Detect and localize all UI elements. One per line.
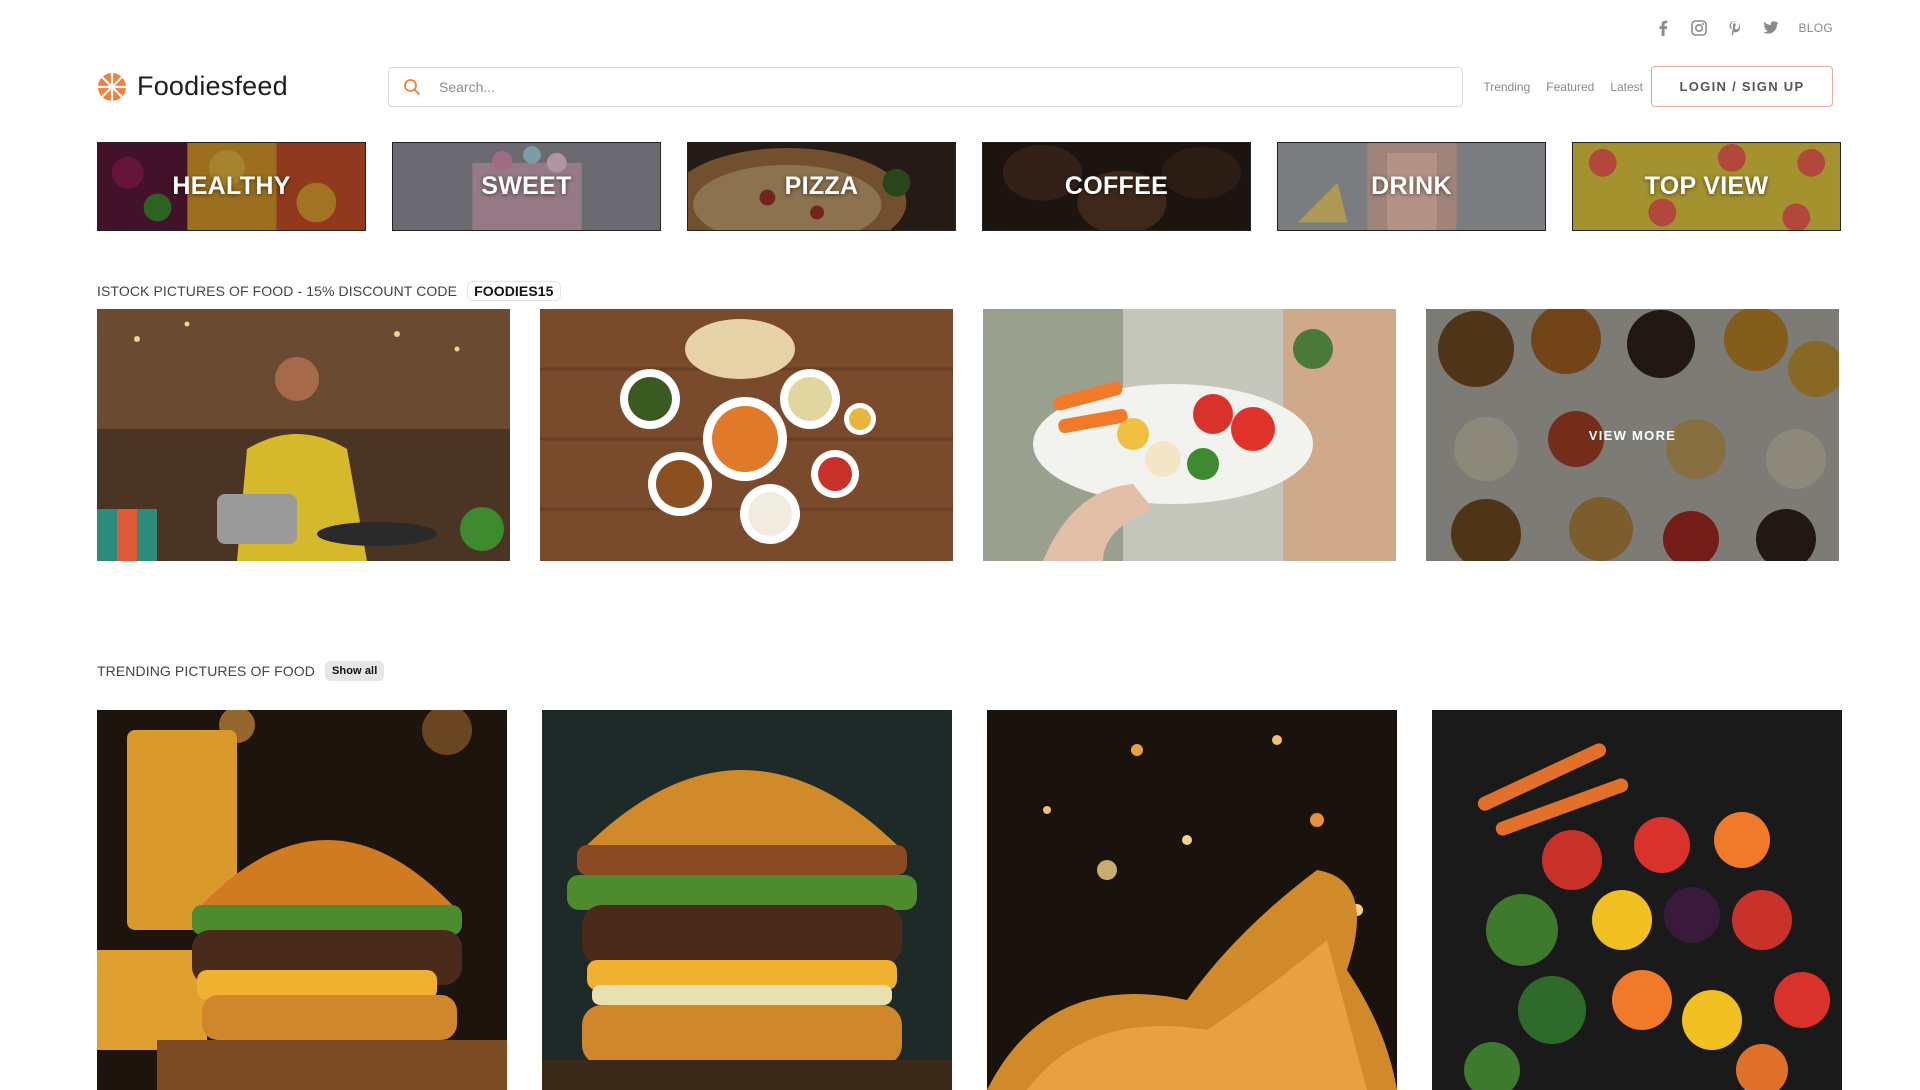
trending-photo-image — [97, 710, 507, 1090]
search-box[interactable] — [388, 66, 1463, 107]
twitter-icon[interactable] — [1762, 19, 1780, 37]
search-input[interactable] — [437, 77, 1448, 96]
blog-link[interactable]: BLOG — [1798, 21, 1833, 35]
trending-gallery — [97, 710, 1842, 1090]
category-tiles: HEALTHY SWEET PIZZA COFFEE DRINK TOP VIE… — [97, 142, 1841, 231]
category-top-view[interactable]: TOP VIEW — [1572, 142, 1841, 231]
istock-section-title: ISTOCK PICTURES OF FOOD - 15% DISCOUNT C… — [97, 283, 458, 299]
trending-section-header: TRENDING PICTURES OF FOOD Show all — [97, 661, 385, 681]
category-coffee[interactable]: COFFEE — [982, 142, 1251, 231]
nav-trending[interactable]: Trending — [1483, 80, 1530, 94]
instagram-icon[interactable] — [1690, 19, 1708, 37]
trending-photo[interactable] — [987, 710, 1397, 1090]
search-icon — [404, 78, 420, 95]
logo-icon — [98, 72, 126, 101]
facebook-icon[interactable] — [1654, 19, 1672, 37]
main-nav: Trending Featured Latest — [1483, 80, 1643, 94]
brand-logo[interactable]: Foodiesfeed — [97, 71, 337, 102]
istock-view-more[interactable]: VIEW MORE — [1426, 309, 1839, 561]
login-signup-button[interactable]: LOGIN / SIGN UP — [1651, 66, 1833, 107]
view-more-label: VIEW MORE — [1588, 427, 1677, 443]
istock-photo-image — [983, 309, 1396, 561]
category-drink-label: DRINK — [1371, 172, 1452, 200]
pinterest-icon[interactable] — [1726, 19, 1744, 37]
discount-code-badge[interactable]: FOODIES15 — [467, 281, 561, 301]
istock-section-header: ISTOCK PICTURES OF FOOD - 15% DISCOUNT C… — [97, 281, 561, 301]
social-bar: BLOG — [1654, 19, 1833, 37]
show-all-button[interactable]: Show all — [324, 661, 385, 681]
trending-photo[interactable] — [1432, 710, 1842, 1090]
istock-gallery: VIEW MORE — [97, 309, 1839, 561]
nav-featured[interactable]: Featured — [1546, 80, 1594, 94]
nav-latest[interactable]: Latest — [1610, 80, 1643, 94]
category-sweet-label: SWEET — [481, 172, 572, 200]
brand-name: Foodiesfeed — [137, 71, 288, 101]
category-pizza-label: PIZZA — [784, 172, 859, 200]
istock-photo-image — [540, 309, 953, 561]
trending-photo-image — [542, 710, 952, 1090]
trending-photo-image — [987, 710, 1397, 1090]
header: Foodiesfeed Trending Featured Latest LOG… — [97, 65, 1833, 108]
istock-photo[interactable] — [540, 309, 953, 561]
category-healthy[interactable]: HEALTHY — [97, 142, 366, 231]
view-more-overlay: VIEW MORE — [1426, 309, 1839, 561]
category-drink[interactable]: DRINK — [1277, 142, 1546, 231]
istock-photo[interactable] — [983, 309, 1396, 561]
istock-photo[interactable] — [97, 309, 510, 561]
category-sweet[interactable]: SWEET — [392, 142, 661, 231]
trending-section-title: TRENDING PICTURES OF FOOD — [97, 663, 315, 679]
istock-photo-image — [97, 309, 510, 561]
category-top-view-label: TOP VIEW — [1644, 172, 1769, 200]
trending-photo-image — [1432, 710, 1842, 1090]
trending-photo[interactable] — [542, 710, 952, 1090]
category-pizza[interactable]: PIZZA — [687, 142, 956, 231]
category-coffee-label: COFFEE — [1064, 172, 1169, 200]
trending-photo[interactable] — [97, 710, 507, 1090]
category-healthy-label: HEALTHY — [172, 172, 291, 200]
